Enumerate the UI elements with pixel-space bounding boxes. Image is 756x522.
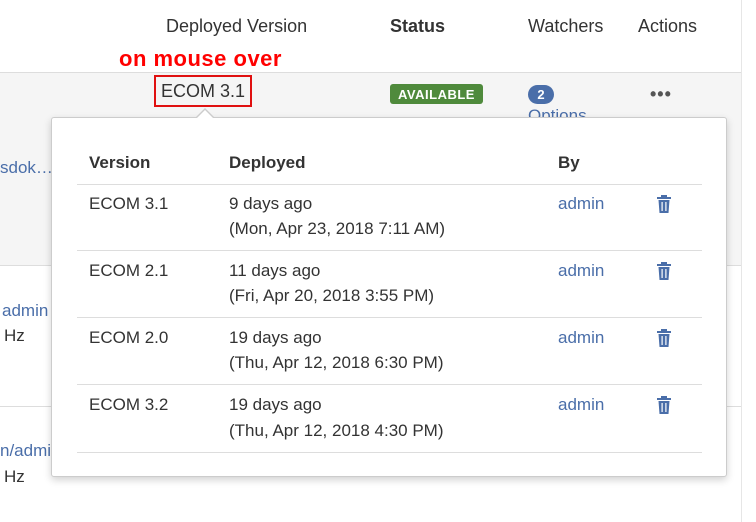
row-user-link[interactable]: admin: [558, 259, 604, 283]
row-absolute-time: (Mon, Apr 23, 2018 7:11 AM): [229, 219, 446, 238]
row-version: ECOM 3.1: [89, 194, 169, 213]
row-relative-time: 19 days ago: [229, 395, 322, 414]
popup-arrow-fill: [196, 110, 214, 119]
row-relative-time: 19 days ago: [229, 328, 322, 347]
row-cpu-text: Hz: [4, 467, 25, 486]
trash-icon[interactable]: [656, 262, 672, 280]
row-user-link[interactable]: admin: [558, 326, 604, 350]
popup-header-deployed: Deployed: [229, 153, 306, 172]
popup-divider: [77, 184, 702, 185]
row-version: ECOM 2.0: [89, 328, 169, 347]
deployed-version-cell[interactable]: ECOM 3.1: [154, 75, 252, 107]
trash-icon[interactable]: [656, 396, 672, 414]
row-version: ECOM 2.1: [89, 261, 169, 280]
header-actions: Actions: [638, 16, 698, 36]
popup-header-version: Version: [89, 153, 151, 172]
row-version: ECOM 3.2: [89, 395, 169, 414]
trash-icon[interactable]: [656, 195, 672, 213]
watchers-count-badge[interactable]: 2: [528, 85, 554, 104]
vertical-scrollbar[interactable]: [741, 0, 756, 522]
header-divider: [0, 72, 742, 73]
deployed-version-label: ECOM 3.1: [160, 80, 246, 101]
popup-divider: [77, 384, 702, 385]
row-absolute-time: (Thu, Apr 12, 2018 6:30 PM): [229, 353, 444, 372]
row-user-link[interactable]: sdok…: [0, 158, 53, 178]
header-watchers: Watchers: [528, 16, 604, 36]
row-user-link[interactable]: admin: [558, 393, 604, 417]
row-absolute-time: (Fri, Apr 20, 2018 3:55 PM): [229, 286, 435, 305]
trash-icon[interactable]: [656, 329, 672, 347]
row-relative-time: 11 days ago: [229, 261, 321, 280]
header-status: Status: [390, 16, 446, 36]
more-horizontal-icon[interactable]: •••: [650, 84, 672, 105]
popup-divider: [77, 250, 702, 251]
row-relative-time: 9 days ago: [229, 194, 313, 213]
row-user-link[interactable]: admin: [2, 301, 48, 321]
header-deployed-version: Deployed Version: [166, 16, 308, 36]
popup-divider: [77, 317, 702, 318]
row-absolute-time: (Thu, Apr 12, 2018 4:30 PM): [229, 421, 444, 440]
status-badge: AVAILABLE: [390, 84, 483, 104]
row-cpu-text: Hz: [4, 326, 25, 345]
row-user-link[interactable]: admin: [558, 192, 604, 216]
mouse-over-annotation: on mouse over: [119, 46, 282, 71]
popup-divider: [77, 452, 702, 453]
deployment-history-popup: Version Deployed By ECOM 3.1 9 days ago …: [51, 117, 727, 477]
popup-header-by: By: [558, 153, 580, 172]
